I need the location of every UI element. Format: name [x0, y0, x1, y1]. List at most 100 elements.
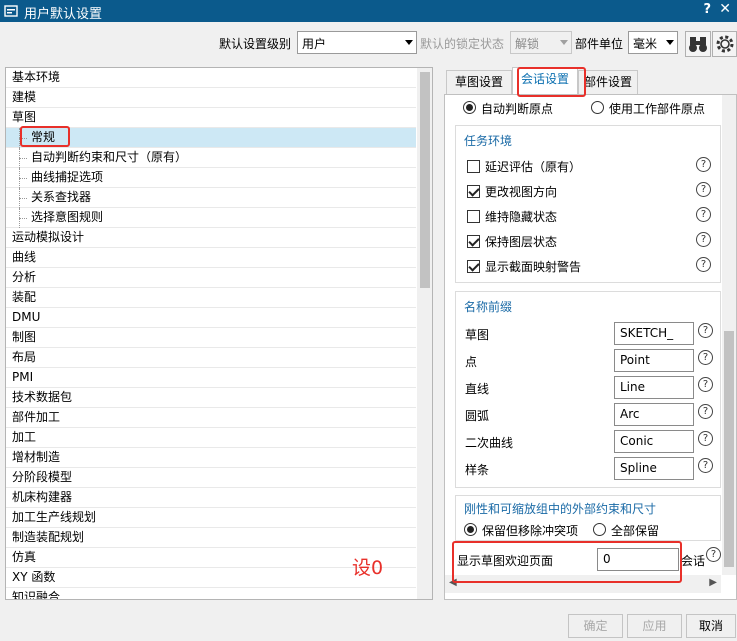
prefix-label: 草图 — [465, 328, 490, 342]
tree-item-label: 曲线 — [12, 250, 37, 264]
ok-button[interactable]: 确定 — [568, 614, 623, 638]
tree-item[interactable]: 选择意图规则 — [6, 208, 416, 228]
help-icon[interactable]: ? — [696, 157, 711, 172]
keep-remove-conflicts-label: 保留但移除冲突项 — [482, 524, 579, 538]
help-icon[interactable]: ? — [698, 458, 713, 473]
task-env-checkbox[interactable] — [467, 260, 480, 273]
prefix-input[interactable]: Point — [614, 349, 694, 372]
tab-sketch-settings[interactable]: 草图设置 — [446, 70, 512, 94]
help-icon[interactable]: ? — [698, 350, 713, 365]
origin-auto-radio[interactable] — [463, 101, 476, 114]
prefix-input[interactable]: Spline — [614, 457, 694, 480]
help-button[interactable]: ? — [703, 2, 711, 17]
tree-item[interactable]: 装配 — [6, 288, 416, 308]
tree-item-label: 建模 — [12, 90, 37, 104]
prefix-input[interactable]: SKETCH_ — [614, 322, 694, 345]
tree-item[interactable]: 技术数据包 — [6, 388, 416, 408]
tree-item[interactable]: 曲线 — [6, 248, 416, 268]
origin-work-part-radio[interactable] — [591, 101, 604, 114]
rigid-constraints-group: 刚性和可缩放组中的外部约束和尺寸 保留但移除冲突项 全部保留 — [455, 495, 721, 541]
lock-select-value: 解锁 — [515, 37, 540, 51]
tree-guide-tick — [19, 198, 27, 199]
level-select-value: 用户 — [302, 37, 327, 51]
help-icon[interactable]: ? — [696, 207, 711, 222]
tree-item-label: 加工生产线规划 — [12, 510, 97, 524]
tree-item[interactable]: 建模 — [6, 88, 416, 108]
tree-guide-tick — [19, 178, 27, 179]
tree-item-label: 知识融合 — [12, 590, 61, 600]
tree-item[interactable]: 制图 — [6, 328, 416, 348]
close-button[interactable]: ✕ — [719, 1, 731, 17]
tree-item[interactable]: 运动模拟设计 — [6, 228, 416, 248]
tree-item-label: 部件加工 — [12, 410, 61, 424]
tree-item[interactable]: 增材制造 — [6, 448, 416, 468]
gear-icon — [716, 35, 734, 53]
tree-item-label: 分阶段模型 — [12, 470, 73, 484]
tree-item[interactable]: 草图 — [6, 108, 416, 128]
keep-remove-conflicts-radio[interactable] — [464, 523, 477, 536]
lock-select: 解锁 — [510, 31, 572, 54]
tree-item-label: 加工 — [12, 430, 37, 444]
tree-scroll-thumb[interactable] — [420, 72, 430, 288]
tree-item[interactable]: 曲线捕捉选项 — [6, 168, 416, 188]
tree-item[interactable]: 知识融合 — [6, 588, 416, 600]
help-icon[interactable]: ? — [698, 323, 713, 338]
help-icon[interactable]: ? — [698, 377, 713, 392]
prefix-input[interactable]: Conic — [614, 430, 694, 453]
app-icon — [4, 5, 18, 17]
tab-part-settings[interactable]: 部件设置 — [578, 70, 638, 94]
prefix-input[interactable]: Line — [614, 376, 694, 399]
category-tree[interactable]: 基本环境 建模 草图 常规 自动判断约束和尺寸（原有） 曲线捕捉选项 关系查找器 选择意图规则… — [5, 67, 433, 600]
prefix-input[interactable]: Arc — [614, 403, 694, 426]
task-env-label: 显示截面映射警告 — [485, 260, 582, 274]
help-icon[interactable]: ? — [706, 547, 721, 562]
help-icon[interactable]: ? — [696, 182, 711, 197]
task-env-label: 维持隐藏状态 — [485, 210, 558, 224]
tree-item-label: PMI — [12, 370, 34, 384]
apply-button[interactable]: 应用 — [627, 614, 682, 638]
tree-item[interactable]: 自动判断约束和尺寸（原有） — [6, 148, 416, 168]
help-icon[interactable]: ? — [698, 404, 713, 419]
tree-item-label: 制图 — [12, 330, 37, 344]
name-prefix-group: 名称前缀 草图 SKETCH_? 点 Point? 直线 Line? 圆弧 Arc? 二次曲线 C… — [455, 291, 721, 488]
help-icon[interactable]: ? — [696, 232, 711, 247]
tree-item[interactable]: 分阶段模型 — [6, 468, 416, 488]
tree-item-label: 草图 — [12, 110, 37, 124]
settings-button[interactable] — [712, 31, 737, 57]
tree-item-label: 选择意图规则 — [31, 210, 104, 224]
settings-scrollbar[interactable] — [722, 95, 736, 575]
settings-panel: 自动判断原点 使用工作部件原点 任务环境 延迟评估（原有）? 更改视图方向? 维持隐… — [444, 94, 737, 600]
tree-item[interactable]: 关系查找器 — [6, 188, 416, 208]
tree-item[interactable]: 加工 — [6, 428, 416, 448]
task-env-checkbox[interactable] — [467, 235, 480, 248]
task-env-checkbox[interactable] — [467, 160, 480, 173]
help-icon[interactable]: ? — [696, 257, 711, 272]
tree-item[interactable]: PMI — [6, 368, 416, 388]
task-env-checkbox[interactable] — [467, 185, 480, 198]
find-defaults-button[interactable] — [685, 31, 711, 57]
tree-item[interactable]: 机床构建器 — [6, 488, 416, 508]
scroll-right-icon[interactable]: ▶ — [709, 577, 717, 588]
rigid-title: 刚性和可缩放组中的外部约束和尺寸 — [464, 502, 657, 516]
tree-item-label: 装配 — [12, 290, 37, 304]
settings-scroll-thumb[interactable] — [724, 331, 734, 567]
help-icon[interactable]: ? — [698, 431, 713, 446]
tree-item[interactable]: 布局 — [6, 348, 416, 368]
tree-item[interactable]: 基本环境 — [6, 68, 416, 88]
unit-select-value: 毫米 — [633, 37, 658, 51]
tree-item[interactable]: 制造装配规划 — [6, 528, 416, 548]
tree-item-label: 布局 — [12, 350, 37, 364]
tree-item[interactable]: DMU — [6, 308, 416, 328]
keep-all-radio[interactable] — [593, 523, 606, 536]
cancel-button[interactable]: 取消 — [686, 614, 736, 638]
level-select[interactable]: 用户 — [297, 31, 417, 54]
tree-item[interactable]: 分析 — [6, 268, 416, 288]
tree-item[interactable]: 部件加工 — [6, 408, 416, 428]
tree-item-label: 关系查找器 — [31, 190, 92, 204]
unit-select[interactable]: 毫米 — [628, 31, 678, 54]
task-env-checkbox[interactable] — [467, 210, 480, 223]
tree-guide-tick — [19, 158, 27, 159]
tree-scrollbar[interactable] — [417, 68, 432, 599]
task-env-group: 任务环境 延迟评估（原有）? 更改视图方向? 维持隐藏状态? 保持图层状态? 显示截面映… — [455, 125, 721, 283]
tree-item[interactable]: 加工生产线规划 — [6, 508, 416, 528]
